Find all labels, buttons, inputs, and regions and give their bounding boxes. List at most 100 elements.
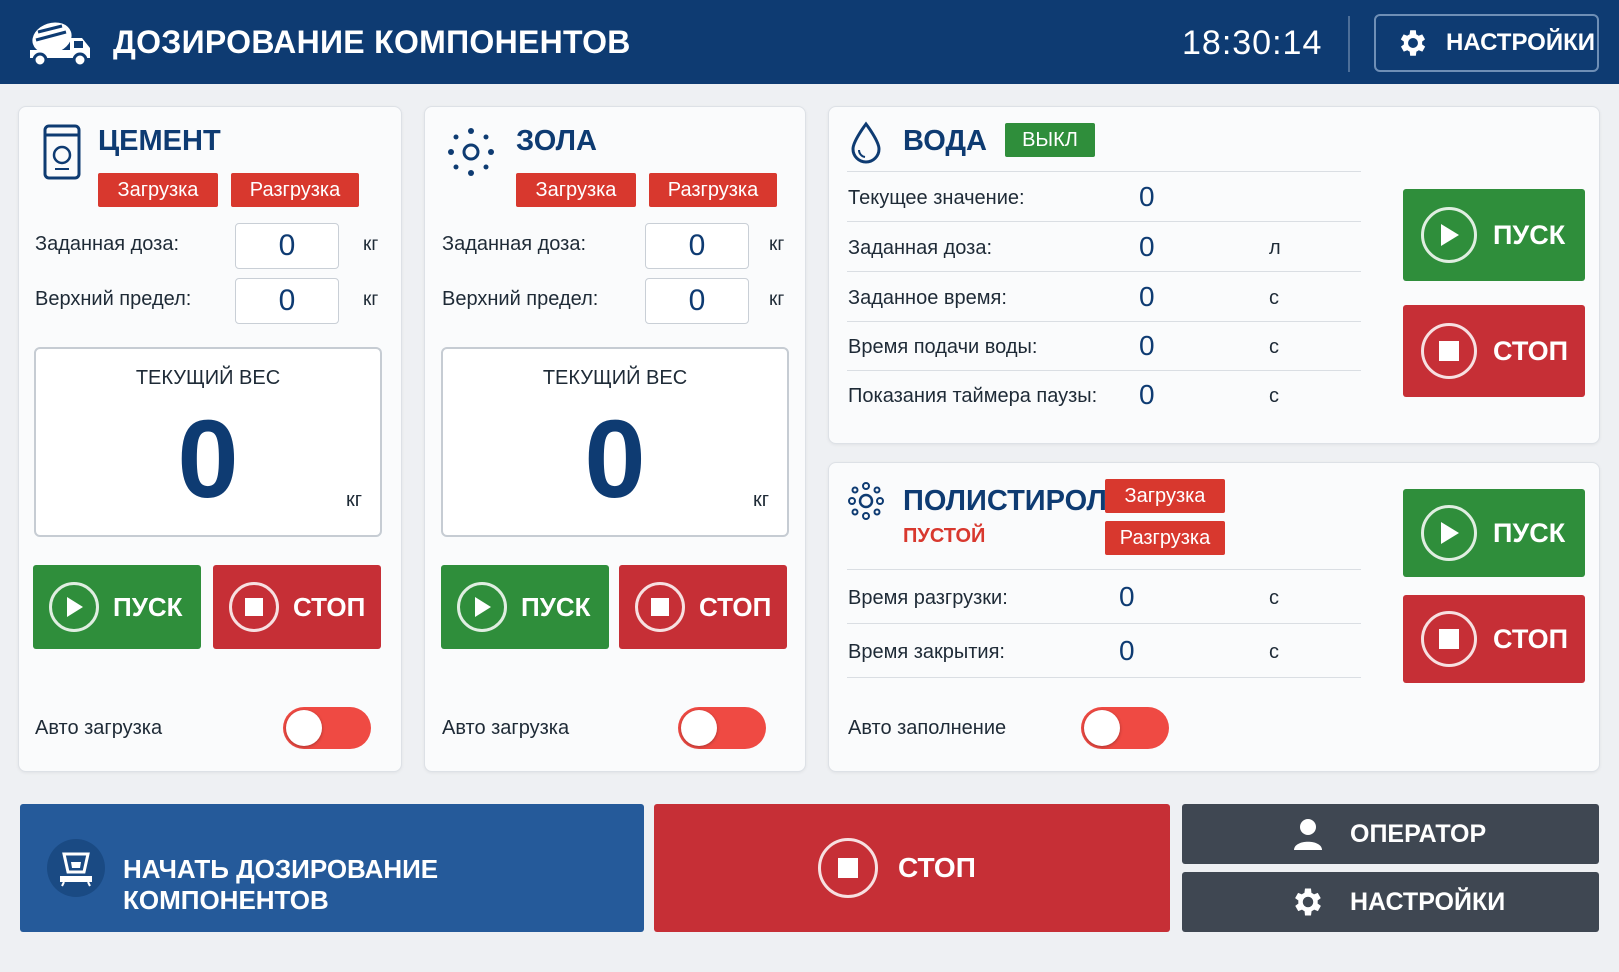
polystyrene-start-label: ПУСК — [1493, 517, 1566, 548]
header-divider — [1348, 16, 1350, 72]
play-icon — [457, 582, 507, 632]
ash-stop-label: СТОП — [699, 591, 772, 622]
ash-unload-button[interactable]: Разгрузка — [649, 173, 777, 207]
ash-particles-icon — [448, 128, 494, 176]
polystyrene-row-unit: с — [1269, 587, 1279, 609]
user-icon — [1294, 819, 1322, 850]
ash-weight-value: 0 — [584, 398, 646, 521]
cement-limit-input[interactable]: 0 — [235, 278, 339, 324]
toggle-knob — [681, 710, 717, 746]
start-dosing-label: НАЧАТЬ ДОЗИРОВАНИЕ КОМПОНЕНТОВ — [123, 854, 439, 915]
app-header: ДОЗИРОВАНИЕ КОМПОНЕНТОВ 18:30:14 НАСТРОЙ… — [0, 0, 1619, 84]
water-start-button[interactable]: ПУСК — [1403, 189, 1585, 281]
polystyrene-panel: ПОЛИСТИРОЛ ПУСТОЙ Загрузка Разгрузка Вре… — [828, 462, 1600, 772]
ash-load-button[interactable]: Загрузка — [516, 173, 636, 207]
divider — [847, 623, 1361, 624]
play-icon — [1421, 505, 1477, 561]
polystyrene-row-label: Время разгрузки: — [848, 587, 1008, 609]
water-row-label: Время подачи воды: — [848, 336, 1038, 358]
cement-bag-icon — [43, 124, 81, 180]
play-icon — [49, 582, 99, 632]
ash-weight-label: ТЕКУЩИЙ ВЕС — [542, 367, 688, 389]
header-settings-label: НАСТРОЙКИ — [1446, 29, 1595, 56]
page-title: ДОЗИРОВАНИЕ КОМПОНЕНТОВ — [113, 24, 631, 60]
settings-label: НАСТРОЙКИ — [1350, 887, 1506, 916]
ash-dose-label: Заданная доза: — [442, 233, 587, 255]
header-settings-button[interactable]: НАСТРОЙКИ — [1374, 14, 1599, 72]
water-row-label: Заданная доза: — [848, 237, 993, 259]
cement-dose-label: Заданная доза: — [35, 233, 180, 255]
polystyrene-row-value: 0 — [1119, 635, 1135, 666]
cement-auto-toggle[interactable] — [283, 707, 371, 749]
polystyrene-row-label: Время закрытия: — [848, 641, 1005, 663]
play-icon — [1421, 207, 1477, 263]
polystyrene-auto-toggle[interactable] — [1081, 707, 1169, 749]
cement-weight-unit: кг — [345, 489, 362, 511]
cement-dose-unit: кг — [363, 234, 379, 255]
stop-icon — [229, 582, 279, 632]
ash-dose-unit: кг — [769, 234, 785, 255]
water-row-value: 0 — [1139, 281, 1155, 312]
concrete-mixer-truck-icon — [30, 22, 90, 68]
water-stop-button[interactable]: СТОП — [1403, 305, 1585, 397]
dosing-scale-icon — [47, 839, 105, 897]
water-row-value: 0 — [1139, 379, 1155, 410]
stop-icon — [818, 838, 878, 898]
cement-start-label: ПУСК — [113, 591, 183, 622]
operator-label: ОПЕРАТОР — [1350, 819, 1487, 848]
polystyrene-row-unit: с — [1269, 641, 1279, 663]
polystyrene-start-button[interactable]: ПУСК — [1403, 489, 1585, 577]
polystyrene-load-button[interactable]: Загрузка — [1105, 479, 1225, 513]
stop-icon — [635, 582, 685, 632]
polystyrene-auto-label: Авто заполнение — [848, 717, 1007, 739]
cement-weight-display: ТЕКУЩИЙ ВЕС 0 кг — [34, 347, 382, 537]
water-row-value: 0 — [1139, 330, 1155, 361]
polystyrene-unload-button[interactable]: Разгрузка — [1105, 521, 1225, 555]
polystyrene-granules-icon — [848, 482, 884, 520]
cement-load-button[interactable]: Загрузка — [98, 173, 218, 207]
water-start-label: ПУСК — [1493, 219, 1566, 250]
cement-stop-button[interactable]: СТОП — [213, 565, 381, 649]
cement-unload-button[interactable]: Разгрузка — [231, 173, 359, 207]
cement-auto-label: Авто загрузка — [35, 717, 163, 739]
water-row-label: Текущее значение: — [848, 187, 1025, 209]
cement-start-button[interactable]: ПУСК — [33, 565, 201, 649]
polystyrene-state: ПУСТОЙ — [903, 525, 986, 547]
divider — [847, 221, 1361, 222]
cement-title: ЦЕМЕНТ — [98, 125, 221, 157]
gear-icon — [1400, 30, 1426, 56]
ash-limit-unit: кг — [769, 289, 785, 310]
cement-dose-input[interactable]: 0 — [235, 223, 339, 269]
global-stop-button[interactable]: СТОП — [654, 804, 1170, 932]
clock: 18:30:14 — [1182, 24, 1323, 62]
water-row-value: 0 — [1139, 231, 1155, 262]
gear-icon — [1295, 888, 1321, 916]
ash-limit-label: Верхний предел: — [442, 288, 599, 310]
cement-panel: ЦЕМЕНТ Загрузка Разгрузка Заданная доза:… — [18, 106, 402, 772]
divider — [847, 171, 1361, 172]
water-row-label: Показания таймера паузы: — [848, 385, 1098, 407]
ash-dose-input[interactable]: 0 — [645, 223, 749, 269]
stop-icon — [1421, 323, 1477, 379]
settings-button[interactable]: НАСТРОЙКИ — [1182, 872, 1599, 932]
polystyrene-row-value: 0 — [1119, 581, 1135, 612]
cement-weight-label: ТЕКУЩИЙ ВЕС — [135, 367, 281, 389]
cement-weight-value: 0 — [177, 398, 239, 521]
water-panel: ВОДА ВЫКЛ Текущее значение: 0 Заданная д… — [828, 106, 1600, 444]
ash-limit-input[interactable]: 0 — [645, 278, 749, 324]
polystyrene-title: ПОЛИСТИРОЛ — [903, 485, 1107, 517]
water-row-unit: с — [1269, 336, 1279, 358]
polystyrene-stop-button[interactable]: СТОП — [1403, 595, 1585, 683]
water-stop-label: СТОП — [1493, 335, 1569, 366]
divider — [847, 677, 1361, 678]
polystyrene-stop-label: СТОП — [1493, 623, 1569, 654]
operator-button[interactable]: ОПЕРАТОР — [1182, 804, 1599, 864]
ash-stop-button[interactable]: СТОП — [619, 565, 787, 649]
start-dosing-button[interactable]: НАЧАТЬ ДОЗИРОВАНИЕ КОМПОНЕНТОВ — [20, 804, 644, 932]
ash-auto-toggle[interactable] — [678, 707, 766, 749]
ash-start-button[interactable]: ПУСК — [441, 565, 609, 649]
water-row-unit: с — [1269, 385, 1279, 407]
toggle-knob — [286, 710, 322, 746]
ash-title: ЗОЛА — [516, 125, 597, 157]
ash-panel: ЗОЛА Загрузка Разгрузка Заданная доза: 0… — [424, 106, 806, 772]
